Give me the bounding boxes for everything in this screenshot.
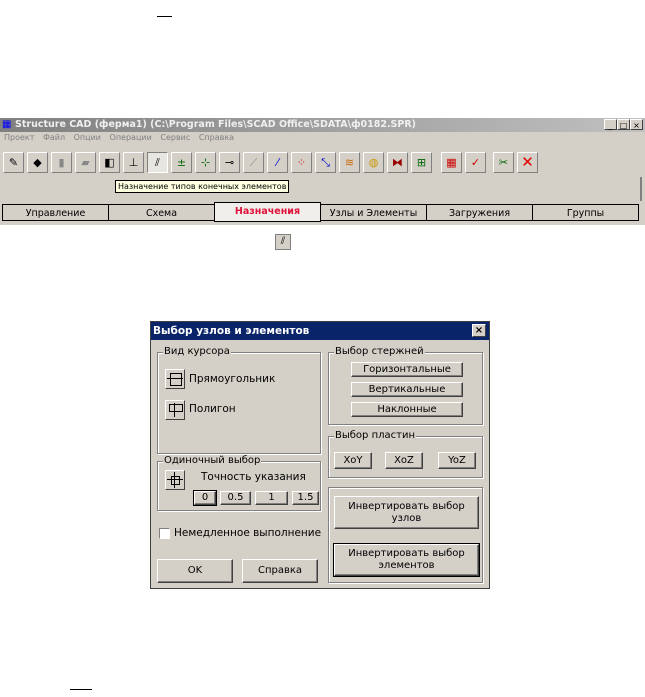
- menu-help[interactable]: Справка: [199, 133, 234, 142]
- local-axes-icon[interactable]: ⁄: [267, 152, 288, 173]
- immediate-checkbox[interactable]: [159, 528, 170, 539]
- check-icon[interactable]: ✓: [465, 152, 486, 173]
- tab-scheme[interactable]: Схема: [108, 204, 215, 221]
- dialog-title: Выбор узлов и элементов: [153, 325, 310, 337]
- menu-bar: Проект Файл Опции Операции Сервис Справк…: [0, 133, 645, 147]
- bottom-underline-mark: [70, 689, 92, 690]
- rectangle-cursor-label[interactable]: Прямоугольник: [189, 373, 275, 385]
- app-window: ▦ Structure CAD (ферма1) (C:\Program Fil…: [0, 118, 645, 225]
- menu-options[interactable]: Опции: [74, 133, 101, 142]
- single-select-label: Одиночный выбор: [163, 455, 262, 466]
- stiffness-icon[interactable]: ⟋: [243, 152, 264, 173]
- elastic-base-icon[interactable]: ≋: [339, 152, 360, 173]
- node-load-icon[interactable]: ⊸: [219, 152, 240, 173]
- tab-groups[interactable]: Группы: [532, 204, 639, 221]
- dialog-close-button[interactable]: ×: [472, 324, 486, 337]
- solid-r-icon[interactable]: ◧: [99, 152, 120, 173]
- precision-05-button[interactable]: 0.5: [220, 491, 251, 505]
- column-r-icon[interactable]: ▮: [51, 152, 72, 173]
- plates-xoy-button[interactable]: XoY: [334, 452, 372, 469]
- top-underline-mark: [157, 16, 172, 17]
- precision-1-button[interactable]: 1: [255, 491, 288, 505]
- menu-file[interactable]: Файл: [43, 133, 65, 142]
- precision-15-button[interactable]: 1.5: [292, 491, 319, 505]
- element-type-icon[interactable]: ⫽: [147, 152, 168, 173]
- vertical-bars-button[interactable]: Вертикальные: [351, 382, 463, 397]
- bars-group-label: Выбор стержней: [334, 346, 425, 357]
- color-material-icon[interactable]: ◍: [363, 152, 384, 173]
- dialog-title-bar: Выбор узлов и элементов ×: [151, 322, 489, 340]
- precision-label: Точность указания: [201, 471, 306, 483]
- support-icon[interactable]: ⊥: [123, 152, 144, 173]
- plates-group-label: Выбор пластин: [334, 430, 416, 441]
- delete-icon[interactable]: ✕: [517, 152, 538, 173]
- axis-rotation-icon[interactable]: ⤡: [315, 152, 336, 173]
- element-type-icon: ⫽: [275, 234, 291, 250]
- tool-area: [2, 177, 642, 201]
- precision-0-button[interactable]: 0: [193, 490, 217, 506]
- crosshair-icon[interactable]: [165, 470, 185, 490]
- design-icon[interactable]: ⊞: [411, 152, 432, 173]
- toolbar: ✎ ◆ ▮ ▰ ◧ ⊥ ⫽ ± ⊹ ⊸ ⟋ ⁄ ⁘ ⤡ ≋ ◍ ⧓ ⊞ ▦ ✓ …: [0, 150, 645, 180]
- polygon-cursor-icon[interactable]: [165, 400, 185, 420]
- minimize-button[interactable]: _: [604, 119, 617, 130]
- menu-project[interactable]: Проект: [4, 133, 34, 142]
- plates-xoz-button[interactable]: XoZ: [385, 452, 423, 469]
- polygon-cursor-label[interactable]: Полигон: [189, 403, 236, 415]
- hinge-icon[interactable]: ±: [171, 152, 192, 173]
- maximize-button[interactable]: □: [617, 119, 630, 130]
- tab-bar: Управление Схема Назначения Узлы и Элеме…: [0, 202, 645, 224]
- pencil-r-icon[interactable]: ✎: [3, 152, 24, 173]
- section-icon[interactable]: ⧓: [387, 152, 408, 173]
- plate-r-icon[interactable]: ▰: [75, 152, 96, 173]
- window-title: Structure CAD (ферма1) (C:\Program Files…: [15, 119, 417, 130]
- ok-button[interactable]: OK: [157, 559, 233, 583]
- close-button[interactable]: ×: [630, 119, 643, 130]
- horizontal-bars-button[interactable]: Горизонтальные: [351, 362, 463, 377]
- menu-operations[interactable]: Операции: [110, 133, 152, 142]
- immediate-label[interactable]: Немедленное выполнение: [174, 527, 321, 539]
- menu-service[interactable]: Сервис: [160, 133, 190, 142]
- tooltip: Назначение типов конечных элементов: [115, 180, 290, 193]
- selection-dialog: Выбор узлов и элементов × Вид курсора Пр…: [150, 321, 490, 589]
- title-bar: ▦ Structure CAD (ферма1) (C:\Program Fil…: [0, 118, 645, 132]
- coordinate-icon[interactable]: ⁘: [291, 152, 312, 173]
- inclined-bars-button[interactable]: Наклонные: [351, 402, 463, 417]
- help-button[interactable]: Справка: [242, 559, 318, 583]
- tab-management[interactable]: Управление: [2, 204, 109, 221]
- scissors-icon[interactable]: ✂: [493, 152, 514, 173]
- app-icon: ▦: [2, 119, 12, 130]
- tab-assignments[interactable]: Назначения: [214, 202, 321, 222]
- rectangle-cursor-icon[interactable]: [165, 369, 185, 389]
- cursor-group-label: Вид курсора: [163, 346, 231, 357]
- eraser-r-icon[interactable]: ◆: [27, 152, 48, 173]
- tab-loads[interactable]: Загружения: [426, 204, 533, 221]
- plates-yoz-button[interactable]: YoZ: [438, 452, 476, 469]
- rigid-insert-icon[interactable]: ⊹: [195, 152, 216, 173]
- grid-fill-icon[interactable]: ▦: [441, 152, 462, 173]
- tab-nodes-elements[interactable]: Узлы и Элементы: [320, 204, 427, 221]
- invert-nodes-button[interactable]: Инвертировать выбор узлов: [334, 496, 479, 529]
- invert-elements-button[interactable]: Инвертировать выбор элементов: [333, 543, 480, 577]
